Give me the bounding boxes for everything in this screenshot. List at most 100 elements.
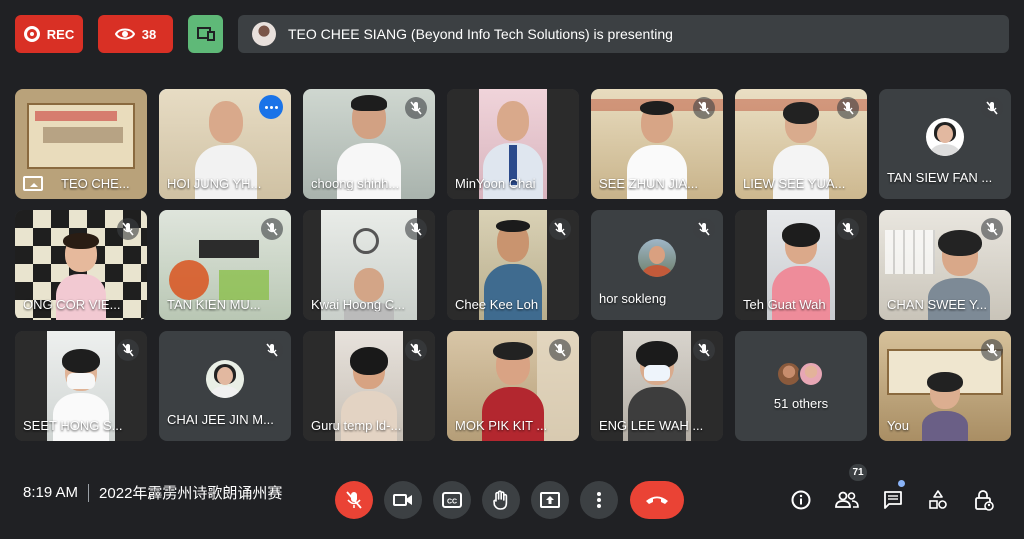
record-dot-icon (23, 26, 40, 42)
participant-name: Chee Kee Loh (455, 297, 539, 312)
presenter-avatar (252, 22, 276, 46)
mic-off-icon (981, 97, 1003, 119)
participant-tile[interactable]: hor sokleng (591, 210, 723, 320)
others-count-label: 51 others (773, 396, 829, 411)
participant-tile[interactable]: SEET HONG S... (15, 331, 147, 441)
mic-off-icon (549, 218, 571, 240)
mic-off-icon (405, 339, 427, 361)
chat-button[interactable] (878, 485, 908, 515)
viewer-count: 38 (141, 26, 157, 42)
eye-icon (114, 28, 135, 40)
divider (88, 483, 90, 502)
participant-tile[interactable]: CHAN SWEE Y... (879, 210, 1011, 320)
activities-button[interactable] (923, 485, 953, 515)
participant-tile[interactable]: ENG LEE WAH ... (591, 331, 723, 441)
more-vert-icon (597, 492, 601, 508)
participant-tile[interactable]: MinYoon Chai (447, 89, 579, 199)
microphone-toggle-button[interactable] (335, 481, 373, 519)
people-icon (835, 491, 859, 508)
mic-off-icon (837, 218, 859, 240)
present-screen-icon (196, 27, 215, 41)
closed-captions-icon: CC (442, 492, 462, 508)
camera-toggle-button[interactable] (384, 481, 422, 519)
participant-name: MOK PIK KIT ... (455, 418, 548, 433)
mic-off-icon (405, 218, 427, 240)
more-options-icon[interactable] (259, 95, 283, 119)
participant-name: MinYoon Chai (455, 176, 536, 191)
mic-off-icon (405, 97, 427, 119)
participant-name: CHAN SWEE Y... (887, 297, 987, 312)
videocam-icon (393, 494, 412, 506)
people-button[interactable] (832, 485, 862, 515)
raise-hand-icon (493, 490, 508, 510)
participants-count-badge: 71 (849, 464, 867, 481)
leave-call-button[interactable] (630, 481, 684, 519)
participant-tile[interactable]: SEE ZHUN JIA... (591, 89, 723, 199)
mic-off-icon (549, 339, 571, 361)
meeting-title: 2022年霹雳州诗歌朗诵州赛 (99, 485, 283, 502)
participant-grid: TEO CHE... HOI JUNG YH... choong shinh..… (15, 89, 1011, 442)
mic-off-icon (693, 339, 715, 361)
top-bar: REC 38 TEO CHEE SIANG (Beyond Info Tech … (15, 15, 1009, 53)
participant-name: Kwai Hoong C... (311, 297, 405, 312)
participant-name: SEET HONG S... (23, 418, 123, 433)
participant-avatar (638, 239, 676, 278)
participant-name: TAN SIEW FAN ... (887, 170, 993, 185)
activities-icon (929, 490, 947, 509)
participant-tile[interactable]: TEO CHE... (15, 89, 147, 199)
participant-avatar (206, 360, 244, 399)
mic-off-icon (981, 218, 1003, 240)
mic-off-icon (981, 339, 1003, 361)
captions-button[interactable]: CC (433, 481, 471, 519)
viewer-count-button[interactable]: 38 (98, 15, 173, 53)
bottom-toolbar: 8:19 AM 2022年霹雳州诗歌朗诵州赛 CC 71 (0, 464, 1024, 539)
chat-icon (884, 491, 902, 509)
participant-name: choong shinh... (311, 176, 400, 191)
rec-label: REC (46, 26, 75, 42)
mic-off-icon (693, 97, 715, 119)
participant-tile[interactable]: Kwai Hoong C... (303, 210, 435, 320)
mic-off-icon (693, 218, 715, 240)
info-icon (791, 490, 811, 510)
participant-tile[interactable]: Guru temp ld-... (303, 331, 435, 441)
mic-off-icon (117, 339, 139, 361)
participant-tile[interactable]: MOK PIK KIT ... (447, 331, 579, 441)
participant-tile[interactable]: choong shinh... (303, 89, 435, 199)
recording-indicator[interactable]: REC (15, 15, 83, 53)
self-tile[interactable]: You (879, 331, 1011, 441)
presenting-banner: TEO CHEE SIANG (Beyond Info Tech Solutio… (238, 15, 1009, 53)
participant-name: ENG LEE WAH ... (599, 418, 704, 433)
participant-name: Guru temp ld-... (311, 418, 402, 433)
participant-name: SEE ZHUN JIA... (599, 176, 698, 191)
mic-off-icon (117, 218, 139, 240)
others-tile[interactable]: 51 others (735, 331, 867, 441)
participant-tile[interactable]: CHAI JEE JIN M... (159, 331, 291, 441)
participant-name: You (887, 418, 909, 433)
participant-name: TAN KIEN MU... (167, 297, 261, 312)
participant-tile[interactable]: HOI JUNG YH... (159, 89, 291, 199)
presenting-text: TEO CHEE SIANG (Beyond Info Tech Solutio… (288, 26, 673, 42)
participant-tile[interactable]: Chee Kee Loh (447, 210, 579, 320)
mic-off-icon (346, 491, 362, 509)
more-options-button[interactable] (580, 481, 618, 519)
participant-tile[interactable]: LIEW SEE YUA... (735, 89, 867, 199)
presentation-layout-button[interactable] (188, 15, 223, 53)
present-screen-icon (23, 176, 43, 191)
host-controls-button[interactable] (969, 485, 999, 515)
participant-name: LIEW SEE YUA... (743, 176, 846, 191)
participant-tile[interactable]: TAN SIEW FAN ... (879, 89, 1011, 199)
participant-name: hor sokleng (599, 291, 667, 306)
participant-name: HOI JUNG YH... (167, 176, 262, 191)
meeting-info-button[interactable] (786, 485, 816, 515)
raise-hand-button[interactable] (482, 481, 520, 519)
participant-avatar (926, 118, 964, 157)
svg-text:CC: CC (447, 499, 457, 506)
participant-tile[interactable]: ONG COR VIE... (15, 210, 147, 320)
participant-name: ONG COR VIE... (23, 297, 121, 312)
participant-name: TEO CHE... (61, 176, 130, 191)
present-now-button[interactable] (531, 481, 569, 519)
participant-name: Teh Guat Wah (743, 297, 826, 312)
present-now-icon (540, 492, 560, 508)
participant-tile[interactable]: Teh Guat Wah (735, 210, 867, 320)
participant-tile[interactable]: TAN KIEN MU... (159, 210, 291, 320)
